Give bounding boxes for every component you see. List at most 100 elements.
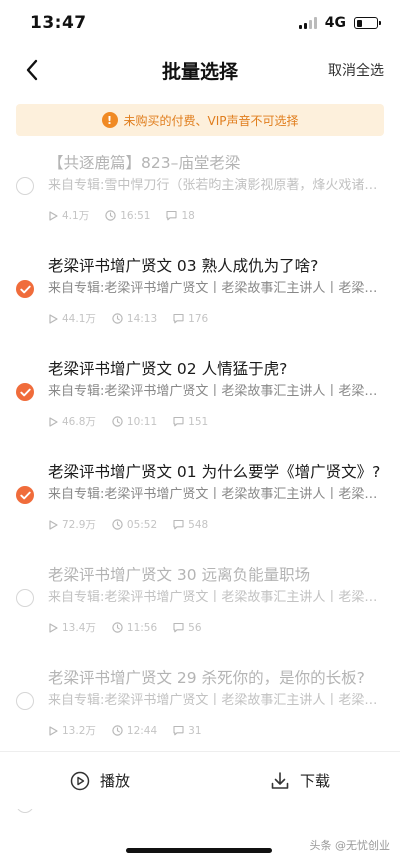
track-meta: 72.9万 05:52 548 xyxy=(48,517,386,532)
clock-icon xyxy=(112,313,123,324)
home-indicator xyxy=(126,848,272,853)
comment-count-value: 151 xyxy=(188,415,209,428)
duration-value: 10:11 xyxy=(126,415,158,428)
track-item[interactable]: 【共逐鹿篇】823–庙堂老梁来自专辑:雪中悍刀行（张若昀主演影视原著，烽火戏诸侯… xyxy=(0,142,400,245)
play-count-icon xyxy=(49,622,58,633)
duration: 10:11 xyxy=(112,416,157,428)
play-count: 46.8万 xyxy=(48,414,96,429)
duration: 14:13 xyxy=(112,313,157,325)
page-title: 批量选择 xyxy=(161,60,238,83)
play-count-value: 13.2万 xyxy=(62,725,96,737)
track-meta: 44.1万 14:13 176 xyxy=(48,311,386,326)
checkmark-icon xyxy=(19,388,31,396)
track-item[interactable]: 老梁评书增广贤文 02 人情猛于虎? 来自专辑:老梁评书增广贤文丨老梁故事汇主讲人… xyxy=(0,348,400,451)
play-count-icon xyxy=(49,313,58,324)
track-meta: 46.8万 10:11 151 xyxy=(48,414,386,429)
status-bar: 13:47 4G xyxy=(0,0,400,46)
clock-icon xyxy=(105,210,116,221)
play-count: 4.1万 xyxy=(48,208,89,223)
track-album: 来自专辑:老梁评书增广贤文丨老梁故事汇主讲人丨老梁说社... xyxy=(48,384,386,399)
bottom-action-bar: 播放 下载 xyxy=(0,751,400,809)
clock-icon xyxy=(112,519,123,530)
signal-icon xyxy=(298,17,317,29)
track-meta: 13.2万 12:44 31 xyxy=(48,723,386,738)
status-indicators: 4G xyxy=(298,15,381,31)
comment-icon xyxy=(173,519,184,530)
notice-banner: ! 未购买的付费、VIP声音不可选择 xyxy=(16,104,384,136)
play-circle-icon xyxy=(70,771,90,790)
track-title: 老梁评书增广贤文 03 熟人成仇为了啥? xyxy=(48,257,319,275)
status-time: 13:47 xyxy=(30,13,87,33)
clock-icon xyxy=(112,725,123,736)
play-count: 72.9万 xyxy=(48,517,96,532)
play-count-value: 46.8万 xyxy=(62,416,96,428)
play-count-value: 13.4万 xyxy=(62,622,96,634)
comment-count-value: 31 xyxy=(188,724,202,737)
comment-count-value: 176 xyxy=(188,312,209,325)
play-count-value: 72.9万 xyxy=(62,519,96,531)
comment-count: 151 xyxy=(173,416,208,428)
play-count-value: 4.1万 xyxy=(62,210,90,222)
track-title: 老梁评书增广贤文 02 人情猛于虎? xyxy=(48,360,288,378)
checkmark-icon xyxy=(19,491,31,499)
play-count-value: 44.1万 xyxy=(62,313,96,325)
network-type: 4G xyxy=(324,15,346,31)
duration-value: 12:44 xyxy=(126,724,158,737)
play-count: 13.2万 xyxy=(48,723,96,738)
duration-value: 16:51 xyxy=(120,209,151,222)
comment-count-value: 18 xyxy=(181,209,195,222)
duration: 05:52 xyxy=(112,519,157,531)
duration-value: 11:56 xyxy=(126,621,158,634)
play-label: 播放 xyxy=(99,772,130,790)
track-album: 来自专辑:雪中悍刀行（张若昀主演影视原著，烽火戏诸侯... xyxy=(48,178,386,193)
back-button[interactable] xyxy=(20,58,44,82)
comment-icon xyxy=(173,313,184,324)
play-count-icon xyxy=(49,416,58,427)
checkbox-unchecked[interactable] xyxy=(16,177,34,195)
comment-count-value: 548 xyxy=(188,518,209,531)
track-item[interactable]: 老梁评书增广贤文 29 杀死你的，是你的长板? 来自专辑:老梁评书增广贤文丨老梁故… xyxy=(0,657,400,760)
deselect-all-button[interactable]: 取消全选 xyxy=(328,60,384,80)
track-title: 【共逐鹿篇】823–庙堂老梁 xyxy=(48,154,241,172)
nav-bar: 批量选择 取消全选 xyxy=(0,46,400,94)
track-item[interactable]: 老梁评书增广贤文 03 熟人成仇为了啥? 来自专辑:老梁评书增广贤文丨老梁故事汇主… xyxy=(0,245,400,348)
duration: 11:56 xyxy=(112,622,157,634)
track-title: 老梁评书增广贤文 01 为什么要学《增广贤文》? xyxy=(48,463,381,481)
watermark: 头条 @无忧创业 xyxy=(309,839,391,852)
checkbox-unchecked[interactable] xyxy=(16,692,34,710)
track-album: 来自专辑:老梁评书增广贤文丨老梁故事汇主讲人丨老梁说社... xyxy=(48,693,386,708)
download-button[interactable]: 下载 xyxy=(200,752,400,809)
play-count-icon xyxy=(49,210,58,221)
clock-icon xyxy=(112,622,123,633)
track-title: 老梁评书增广贤文 29 杀死你的，是你的长板? xyxy=(48,669,365,687)
checkbox-checked[interactable] xyxy=(16,280,34,298)
comment-count: 31 xyxy=(173,724,202,737)
track-album: 来自专辑:老梁评书增广贤文丨老梁故事汇主讲人丨老梁说社... xyxy=(48,487,386,502)
track-album: 来自专辑:老梁评书增广贤文丨老梁故事汇主讲人丨老梁说社... xyxy=(48,281,386,296)
play-count-icon xyxy=(49,519,58,530)
duration: 16:51 xyxy=(105,210,150,222)
play-button[interactable]: 播放 xyxy=(0,752,200,809)
play-count: 13.4万 xyxy=(48,620,96,635)
play-count-icon xyxy=(49,725,58,736)
track-item[interactable]: 老梁评书增广贤文 01 为什么要学《增广贤文》? 来自专辑:老梁评书增广贤文丨老梁… xyxy=(0,451,400,554)
duration-value: 14:13 xyxy=(126,312,158,325)
track-meta: 13.4万 11:56 56 xyxy=(48,620,386,635)
checkbox-checked[interactable] xyxy=(16,383,34,401)
comment-icon xyxy=(166,210,178,221)
download-icon xyxy=(271,771,289,789)
comment-count: 548 xyxy=(173,519,208,531)
battery-icon xyxy=(354,17,381,29)
checkmark-icon xyxy=(19,285,31,293)
comment-count: 176 xyxy=(173,313,208,325)
duration-value: 05:52 xyxy=(126,518,158,531)
download-label: 下载 xyxy=(299,772,330,790)
checkbox-unchecked[interactable] xyxy=(16,589,34,607)
checkbox-checked[interactable] xyxy=(16,486,34,504)
clock-icon xyxy=(112,416,123,427)
comment-count-value: 56 xyxy=(188,621,202,634)
comment-icon xyxy=(173,416,184,427)
duration: 12:44 xyxy=(112,725,157,737)
track-item[interactable]: 老梁评书增广贤文 30 远离负能量职场 来自专辑:老梁评书增广贤文丨老梁故事汇主讲… xyxy=(0,554,400,657)
play-count: 44.1万 xyxy=(48,311,96,326)
